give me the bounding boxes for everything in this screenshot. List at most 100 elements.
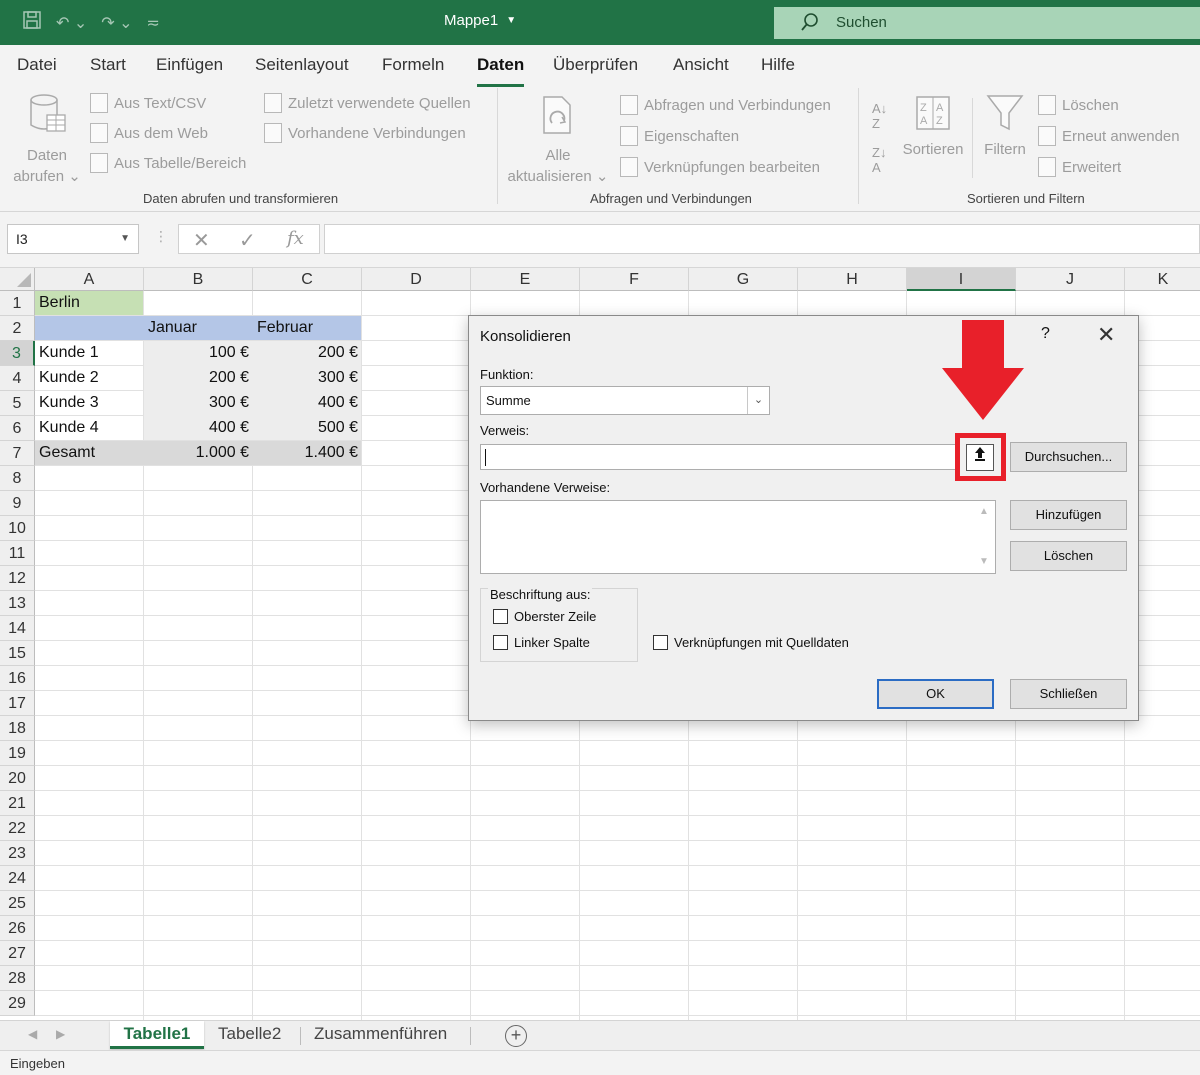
scroll-down-icon[interactable]: ▼ xyxy=(979,556,989,567)
column-header-b[interactable]: B xyxy=(144,268,253,291)
window-title[interactable]: Mappe1 ▼ xyxy=(444,12,516,29)
sheet-tab-zusammenfuehren[interactable]: Zusammenführen xyxy=(308,1021,453,1049)
from-table-button[interactable]: Aus Tabelle/Bereich xyxy=(90,153,246,173)
reapply-button[interactable]: Erneut anwenden xyxy=(1038,126,1180,146)
top-row-checkbox[interactable]: Oberster Zeile xyxy=(493,609,596,624)
sheet-tab-tabelle1[interactable]: Tabelle1 xyxy=(110,1021,204,1049)
edit-links-button[interactable]: Verknüpfungen bearbeiten xyxy=(620,157,820,177)
row-header-23[interactable]: 23 xyxy=(0,841,35,866)
row-header-21[interactable]: 21 xyxy=(0,791,35,816)
column-header-c[interactable]: C xyxy=(253,268,362,291)
clear-filter-button[interactable]: Löschen xyxy=(1038,95,1119,115)
cancel-icon[interactable]: ✕ xyxy=(193,228,210,253)
scroll-left-icon[interactable]: ◀ xyxy=(28,1027,37,1041)
close-icon[interactable]: ✕ xyxy=(1097,322,1115,348)
row-header-4[interactable]: 4 xyxy=(0,366,35,391)
chevron-down-icon[interactable]: ⌄ xyxy=(747,387,769,414)
row-header-1[interactable]: 1 xyxy=(0,291,35,316)
row-header-17[interactable]: 17 xyxy=(0,691,35,716)
column-header-d[interactable]: D xyxy=(362,268,471,291)
left-column-checkbox[interactable]: Linker Spalte xyxy=(493,635,590,650)
row-header-8[interactable]: 8 xyxy=(0,466,35,491)
row-header-19[interactable]: 19 xyxy=(0,741,35,766)
tab-formeln[interactable]: Formeln xyxy=(382,55,444,75)
row-header-15[interactable]: 15 xyxy=(0,641,35,666)
column-header-h[interactable]: H xyxy=(798,268,907,291)
row-header-18[interactable]: 18 xyxy=(0,716,35,741)
tab-datei[interactable]: Datei xyxy=(17,55,57,75)
get-data-button[interactable]: Daten abrufen ⌄ xyxy=(10,93,84,187)
formula-input[interactable] xyxy=(324,224,1200,254)
row-header-24[interactable]: 24 xyxy=(0,866,35,891)
checkbox-box[interactable] xyxy=(493,635,508,650)
refresh-all-button[interactable]: Alle aktualisieren ⌄ xyxy=(507,93,609,187)
column-header-j[interactable]: J xyxy=(1016,268,1125,291)
row-header-22[interactable]: 22 xyxy=(0,816,35,841)
sort-ascending-icon[interactable]: A↓ Z xyxy=(872,101,887,131)
cell-a7[interactable]: Gesamt xyxy=(35,441,144,465)
customize-qat-icon[interactable]: ≂ xyxy=(147,13,160,33)
save-icon[interactable] xyxy=(22,10,42,35)
cell-c3[interactable]: 200 € xyxy=(253,341,362,365)
scroll-right-icon[interactable]: ▶ xyxy=(56,1027,65,1041)
row-header-25[interactable]: 25 xyxy=(0,891,35,916)
enter-icon[interactable]: ✓ xyxy=(239,228,256,253)
column-header-i[interactable]: I xyxy=(907,268,1016,291)
row-header-13[interactable]: 13 xyxy=(0,591,35,616)
reference-input[interactable] xyxy=(480,444,956,470)
existing-connections-button[interactable]: Vorhandene Verbindungen xyxy=(264,123,466,143)
row-header-29[interactable]: 29 xyxy=(0,991,35,1016)
from-text-csv-button[interactable]: Aus Text/CSV xyxy=(90,93,206,113)
recent-sources-button[interactable]: Zuletzt verwendete Quellen xyxy=(264,93,471,113)
tab-start[interactable]: Start xyxy=(90,55,126,75)
row-header-28[interactable]: 28 xyxy=(0,966,35,991)
row-header-26[interactable]: 26 xyxy=(0,916,35,941)
sort-descending-icon[interactable]: Z↓ A xyxy=(872,145,886,175)
cell-c2[interactable]: Februar xyxy=(253,316,362,340)
cell-c4[interactable]: 300 € xyxy=(253,366,362,390)
cell-a5[interactable]: Kunde 3 xyxy=(35,391,144,415)
search-box[interactable]: Suchen xyxy=(774,7,1200,39)
name-box[interactable]: I3 ▼ xyxy=(7,224,139,254)
redo-icon[interactable]: ↷ ⌄ xyxy=(101,13,132,33)
tab-ueberpruefen[interactable]: Überprüfen xyxy=(553,55,638,75)
delete-button[interactable]: Löschen xyxy=(1010,541,1127,571)
link-source-checkbox[interactable]: Verknüpfungen mit Quelldaten xyxy=(653,635,849,650)
row-header-10[interactable]: 10 xyxy=(0,516,35,541)
row-header-27[interactable]: 27 xyxy=(0,941,35,966)
cell-b3[interactable]: 100 € xyxy=(144,341,253,365)
tab-einfuegen[interactable]: Einfügen xyxy=(156,55,223,75)
row-header-7[interactable]: 7 xyxy=(0,441,35,466)
row-header-9[interactable]: 9 xyxy=(0,491,35,516)
tab-daten[interactable]: Daten xyxy=(477,55,525,87)
add-sheet-button[interactable]: + xyxy=(505,1025,527,1047)
cell-c5[interactable]: 400 € xyxy=(253,391,362,415)
list-scrollbar[interactable]: ▲ ▼ xyxy=(974,501,995,573)
checkbox-box[interactable] xyxy=(653,635,668,650)
tab-seitenlayout[interactable]: Seitenlayout xyxy=(255,55,349,75)
chevron-down-icon[interactable]: ▼ xyxy=(120,233,130,244)
insert-function-icon[interactable]: fx xyxy=(287,228,304,249)
row-header-16[interactable]: 16 xyxy=(0,666,35,691)
column-header-a[interactable]: A xyxy=(35,268,144,291)
cell-b6[interactable]: 400 € xyxy=(144,416,253,440)
tab-hilfe[interactable]: Hilfe xyxy=(761,55,795,75)
function-select[interactable]: Summe ⌄ xyxy=(480,386,770,415)
cell-b5[interactable]: 300 € xyxy=(144,391,253,415)
undo-icon[interactable]: ↶ ⌄ xyxy=(56,13,87,33)
sort-button[interactable]: ZAAZ Sortieren xyxy=(900,93,966,160)
help-button[interactable]: ? xyxy=(1041,325,1050,343)
select-all-corner[interactable] xyxy=(0,268,35,291)
formula-bar-grip[interactable]: ⋮ xyxy=(154,228,168,245)
cell-a1[interactable]: Berlin xyxy=(35,291,144,315)
close-button[interactable]: Schließen xyxy=(1010,679,1127,709)
row-header-5[interactable]: 5 xyxy=(0,391,35,416)
from-web-button[interactable]: Aus dem Web xyxy=(90,123,208,143)
sheet-tab-tabelle2[interactable]: Tabelle2 xyxy=(212,1021,287,1049)
checkbox-box[interactable] xyxy=(493,609,508,624)
cell-b2[interactable]: Januar xyxy=(144,316,253,340)
scroll-up-icon[interactable]: ▲ xyxy=(979,506,989,517)
tab-ansicht[interactable]: Ansicht xyxy=(673,55,729,75)
browse-button[interactable]: Durchsuchen... xyxy=(1010,442,1127,472)
cell-b4[interactable]: 200 € xyxy=(144,366,253,390)
